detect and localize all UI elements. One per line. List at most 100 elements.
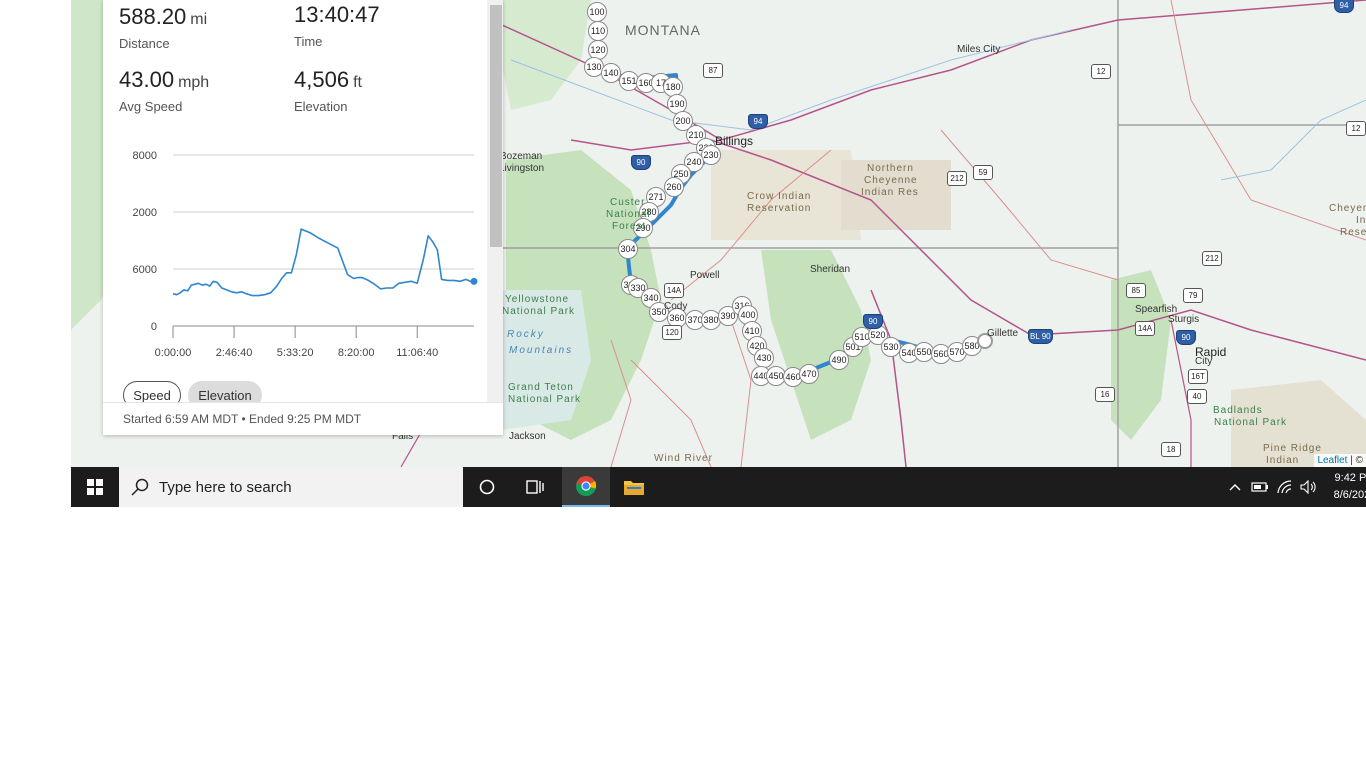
chrome-icon [575, 476, 597, 497]
volume-icon [1300, 480, 1316, 494]
elevation-value: 4,506 [294, 67, 350, 92]
distance-label: Distance [119, 36, 170, 51]
map-place-label: Cheyenne [864, 175, 918, 186]
start-button[interactable] [71, 467, 119, 507]
file-explorer-taskbar-button[interactable] [610, 467, 658, 507]
task-view-button[interactable] [511, 467, 559, 507]
map-place-label: MONTANA [625, 22, 701, 38]
route-waypoint-marker[interactable]: 100 [587, 2, 607, 22]
map-place-label: Cheyenne [1329, 203, 1366, 214]
x-tick-label: 2:46:40 [216, 347, 253, 359]
route-waypoint-marker[interactable]: 260 [664, 177, 684, 197]
map-place-label: Grand Teton [508, 382, 574, 393]
x-tick-label: 5:33:20 [277, 347, 314, 359]
leaflet-link[interactable]: Leaflet [1317, 455, 1347, 466]
map-place-label: National Park [502, 306, 576, 317]
map-place-label: Pine Ridge [1263, 443, 1322, 454]
highway-shield: 40 [1187, 389, 1207, 404]
map-place-label: Sturgis [1168, 314, 1200, 325]
map-place-label: Forest [612, 221, 647, 232]
clock-time: 9:42 PM [1334, 472, 1366, 484]
start-end-text: Started 6:59 AM MDT • Ended 9:25 PM MDT [123, 412, 362, 426]
chrome-taskbar-button[interactable] [562, 467, 610, 507]
stat-time: 13:40:47 Time [294, 2, 380, 49]
show-hidden-icons-button[interactable] [1225, 467, 1245, 507]
current-position-point [470, 277, 478, 285]
windows-start-icon [87, 479, 103, 495]
route-waypoint-marker[interactable]: 530 [881, 337, 901, 357]
stat-elevation: 4,506 ft Elevation [294, 67, 362, 114]
attribution-text: | © [1347, 455, 1363, 466]
distance-value: 588.20 [119, 4, 187, 29]
avg-speed-label: Avg Speed [119, 99, 183, 114]
wifi-icon [1277, 480, 1292, 494]
route-waypoint-marker[interactable]: 230 [701, 145, 721, 165]
time-value: 13:40:47 [294, 2, 380, 27]
map-place-label: In [1356, 215, 1366, 226]
route-waypoint-marker[interactable]: 110 [588, 21, 608, 41]
stat-avg-speed: 43.00 mph Avg Speed [119, 67, 209, 114]
taskbar: Type here to search 9:42 P 8/6/20 [71, 467, 1366, 507]
elevation-button[interactable]: Elevation [188, 381, 262, 402]
cortana-button[interactable] [463, 467, 511, 507]
map-place-label: Reservation [747, 203, 812, 214]
map-place-label: National Park [1214, 417, 1288, 428]
map-place-label: National [606, 209, 651, 220]
map-place-label: Custer [610, 197, 646, 208]
elevation-series-line [172, 228, 475, 297]
route-waypoint-marker[interactable]: 140 [601, 63, 621, 83]
panel-footer: Started 6:59 AM MDT • Ended 9:25 PM MDT [103, 402, 503, 435]
highway-shield: 120 [662, 325, 682, 340]
panel-scroll-area[interactable]: 588.20 mi Distance 13:40:47 Time 43.00 mph… [103, 0, 487, 402]
map-place-label: Mountains [509, 345, 574, 356]
taskbar-clock[interactable]: 9:42 PM 8/6/2020 [1325, 470, 1366, 504]
battery-icon [1251, 482, 1268, 492]
file-explorer-icon [624, 481, 644, 495]
elevation-unit: ft [353, 74, 362, 91]
highway-shield: 59 [973, 165, 993, 180]
volume-button[interactable] [1298, 467, 1320, 507]
avg-speed-unit: mph [178, 74, 210, 91]
highway-shield: 14A [1135, 321, 1155, 336]
map-place-label: Yellowstone [505, 294, 570, 305]
speed-button[interactable]: Speed [123, 381, 181, 402]
highway-shield: 16 [1095, 387, 1115, 402]
interstate-shield: BL 90 [1028, 329, 1053, 344]
route-waypoint-marker[interactable]: 304 [618, 239, 638, 259]
elevation-label: Elevation [294, 99, 348, 114]
interstate-shield: 90 [631, 155, 651, 170]
map-place-label: Cody [664, 301, 688, 312]
highway-shield: 79 [1183, 288, 1203, 303]
highway-shield: 87 [703, 63, 723, 78]
highway-shield: 212 [1202, 251, 1222, 266]
elevation-chart[interactable]: 18000 12000 6000 0 0:00:00 2:46:40 5:33:20 8:20… [133, 142, 483, 367]
interstate-shield: 94 [748, 114, 768, 129]
map-place-label: Miles City [957, 44, 1001, 55]
route-waypoint-marker[interactable]: 430 [754, 348, 774, 368]
highway-shield: 12 [1346, 121, 1366, 136]
map-place-label: Indian [1266, 455, 1300, 466]
clock-date: 8/6/2020 [1333, 489, 1366, 501]
map-place-label: Wind River [654, 453, 713, 464]
panel-scrollbar[interactable] [487, 0, 503, 402]
activity-panel: 588.20 mi Distance 13:40:47 Time 43.00 mph… [103, 0, 503, 435]
taskbar-search-box[interactable]: Type here to search [119, 467, 463, 507]
highway-shield: 14A [664, 283, 684, 298]
x-tick-label: 8:20:00 [338, 347, 375, 359]
highway-shield: 12 [1091, 64, 1111, 79]
highway-shield: 85 [1126, 283, 1146, 298]
route-waypoint-marker[interactable]: 470 [799, 364, 819, 384]
battery-button[interactable] [1249, 467, 1271, 507]
map-attribution: Leaflet | © [1314, 454, 1366, 467]
y-tick-label: 12000 [133, 207, 157, 219]
network-button[interactable] [1274, 467, 1296, 507]
map-place-label: Indian Res [861, 187, 919, 198]
x-tick-label: 11:06:40 [396, 347, 438, 359]
task-view-icon [526, 480, 544, 494]
distance-unit: mi [190, 11, 208, 28]
map-place-label: National Park [508, 394, 582, 405]
map-place-label: Rese [1340, 227, 1366, 238]
map-place-label: Northern [867, 163, 914, 174]
interstate-shield: 94 [1334, 0, 1354, 13]
scrollbar-thumb[interactable] [490, 5, 502, 247]
